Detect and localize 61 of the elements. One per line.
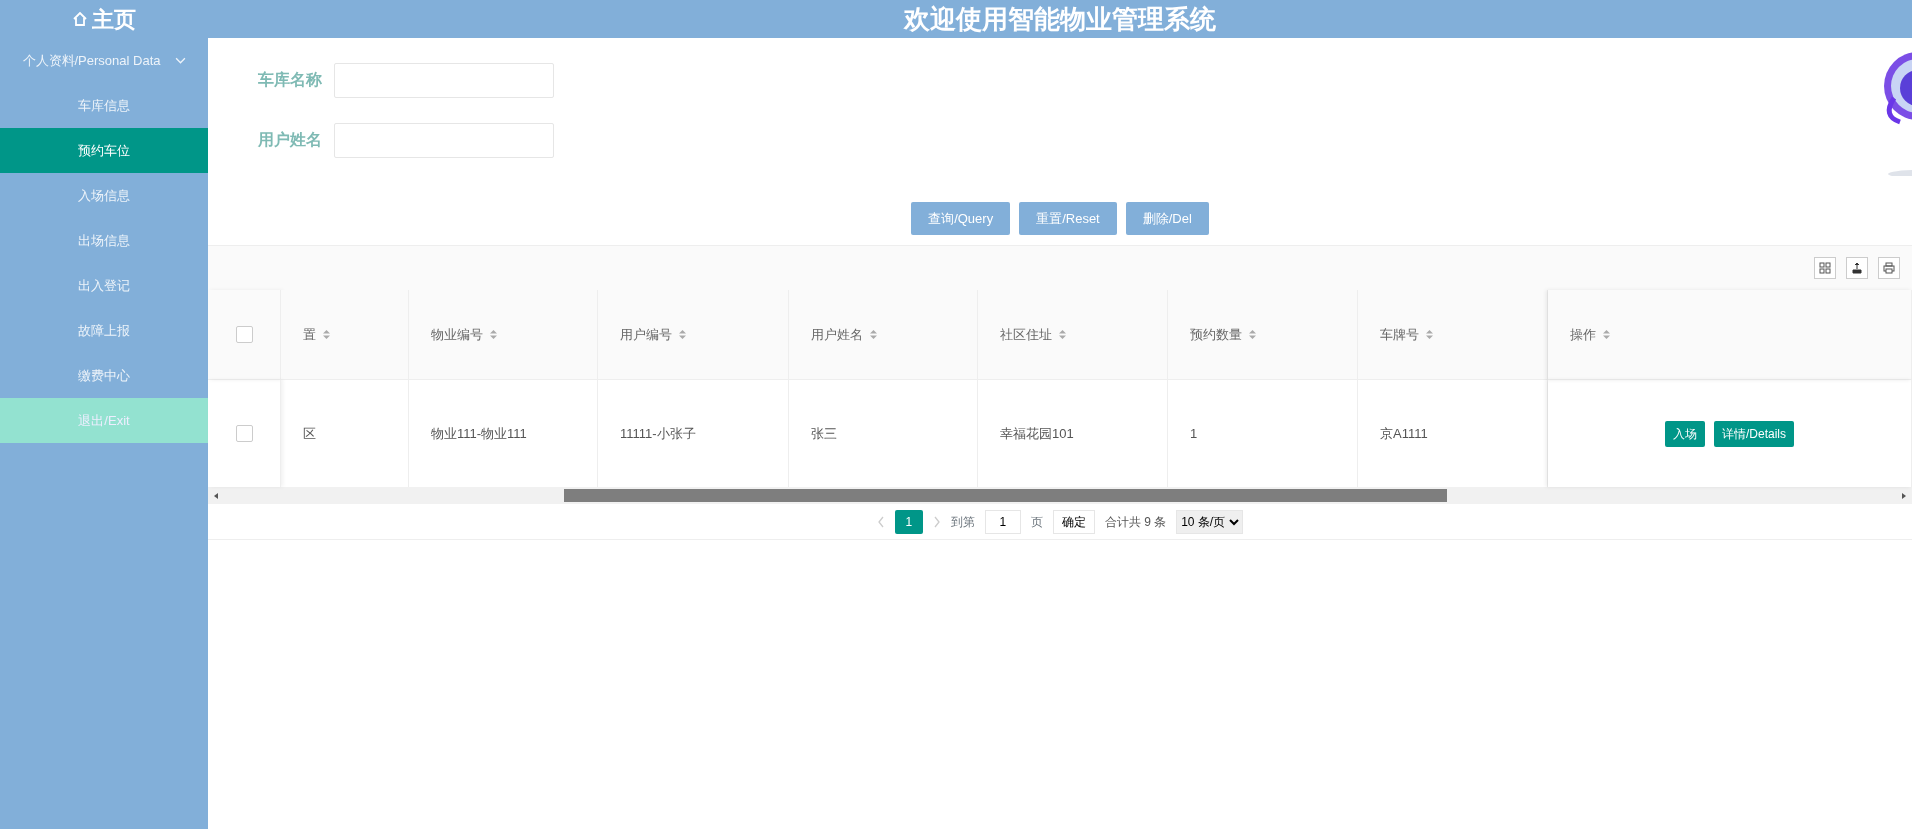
- sidebar-item[interactable]: 出入登记: [0, 263, 208, 308]
- sort-icon[interactable]: [1425, 329, 1434, 340]
- action-button[interactable]: 详情/Details: [1714, 420, 1794, 447]
- input-field[interactable]: [334, 62, 554, 98]
- scroll-left-icon[interactable]: [212, 491, 220, 500]
- column-header: 用户姓名: [811, 325, 863, 344]
- checkbox[interactable]: [235, 425, 253, 442]
- menu-group[interactable]: 个人资料/Personal Data: [0, 38, 208, 83]
- action-button[interactable]: 重置/Reset: [1019, 202, 1117, 235]
- app-title: 欢迎使用智能物业管理系统: [904, 3, 1216, 34]
- sort-icon[interactable]: [489, 329, 498, 340]
- sidebar-item[interactable]: 预约车位: [0, 128, 208, 173]
- sort-icon[interactable]: [678, 329, 687, 340]
- table-cell-text: 张三: [811, 424, 837, 443]
- column-header: 社区住址: [1000, 325, 1052, 344]
- sort-icon[interactable]: [1248, 329, 1257, 340]
- print-icon[interactable]: [1878, 257, 1900, 279]
- table-cell-text: 区: [303, 424, 316, 443]
- sort-icon[interactable]: [869, 329, 878, 340]
- input-field[interactable]: [334, 122, 554, 158]
- action-button[interactable]: 入场: [1665, 420, 1705, 447]
- column-header: 置: [303, 325, 316, 344]
- table-cell-text: 物业111-物业111: [431, 424, 527, 443]
- sidebar-item[interactable]: 入场信息: [0, 173, 208, 218]
- action-button[interactable]: 查询/Query: [911, 202, 1011, 235]
- column-header: 物业编号: [431, 325, 483, 344]
- action-button[interactable]: 删除/Del: [1125, 202, 1209, 235]
- sidebar-item[interactable]: 缴费中心: [0, 353, 208, 398]
- table-cell-text: 京A1111: [1380, 424, 1428, 443]
- scroll-right-icon[interactable]: [1900, 491, 1908, 500]
- column-header: 操作: [1570, 325, 1596, 344]
- page-size-select[interactable]: 10 条/页: [1176, 509, 1244, 534]
- checkbox[interactable]: [235, 326, 253, 343]
- column-header: 车牌号: [1380, 325, 1419, 344]
- grid-icon[interactable]: [1814, 257, 1836, 279]
- pager-label: 到第: [950, 513, 975, 531]
- page-button[interactable]: 1: [894, 509, 923, 534]
- total-count: 合计共 9 条: [1104, 513, 1167, 531]
- sort-icon[interactable]: [322, 329, 331, 340]
- field-label: 车库名称: [257, 70, 322, 90]
- next-icon[interactable]: [932, 515, 941, 528]
- sort-icon[interactable]: [1602, 329, 1611, 340]
- column-header: 预约数量: [1190, 325, 1242, 344]
- prev-icon[interactable]: [876, 515, 885, 528]
- home-link[interactable]: 主页: [92, 2, 136, 36]
- table-cell-text: 11111-小张子: [620, 424, 696, 443]
- page-input[interactable]: 1: [984, 509, 1021, 534]
- table-cell-text: 1: [1190, 424, 1198, 443]
- column-header: 用户编号: [620, 325, 672, 344]
- confirm-button[interactable]: 确定: [1052, 509, 1095, 534]
- pager-label: 页: [1030, 513, 1043, 531]
- sidebar-item[interactable]: 出场信息: [0, 218, 208, 263]
- horizontal-scrollbar[interactable]: [208, 487, 1912, 504]
- sidebar-item[interactable]: 故障上报: [0, 308, 208, 353]
- export-icon[interactable]: [1846, 257, 1868, 279]
- home-icon: [72, 11, 88, 27]
- sidebar-item[interactable]: 车库信息: [0, 83, 208, 128]
- sort-icon[interactable]: [1058, 329, 1067, 340]
- sidebar-item[interactable]: 退出/Exit: [0, 398, 208, 443]
- table-cell-text: 幸福花园101: [1000, 424, 1074, 443]
- field-label: 用户姓名: [257, 130, 322, 150]
